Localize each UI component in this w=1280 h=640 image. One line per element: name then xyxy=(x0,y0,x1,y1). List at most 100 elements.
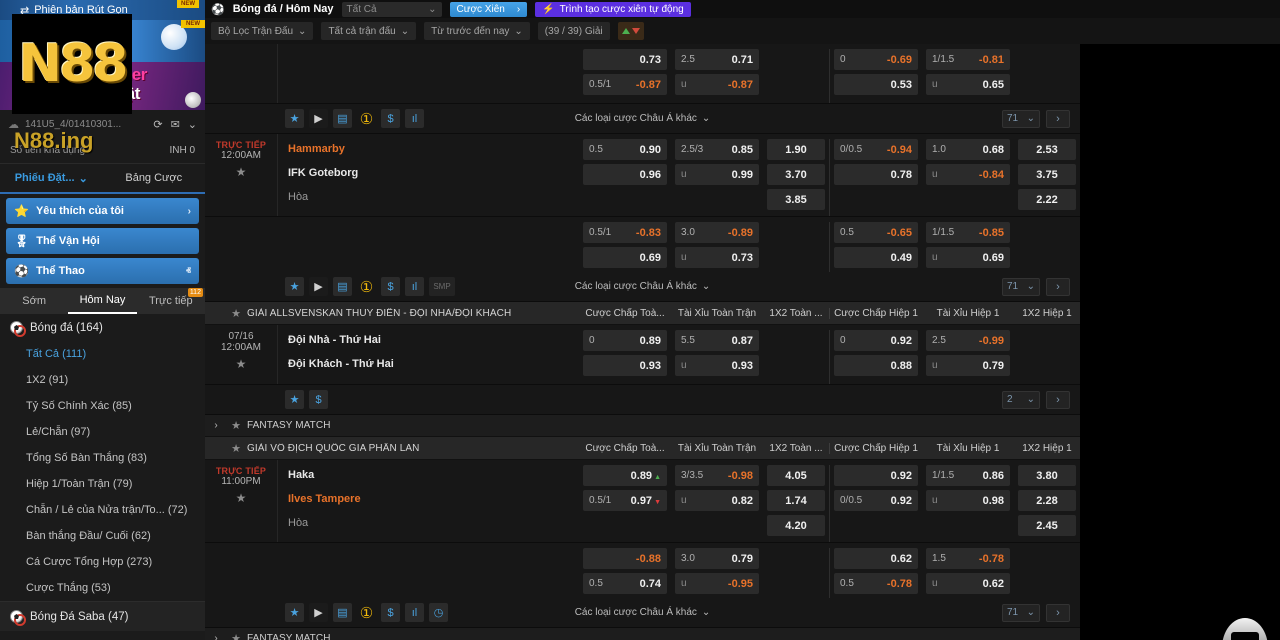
odds-cell[interactable]: 0.73 xyxy=(583,49,667,70)
odds-cell[interactable]: 2.45 xyxy=(1018,515,1076,536)
floating-widget[interactable] xyxy=(1222,618,1268,640)
tab-betslip[interactable]: Phiếu Đặt... ⌄ xyxy=(0,172,103,185)
stats-icon[interactable]: ▤ xyxy=(333,277,352,296)
menu-item-1x2[interactable]: 1X2 (91) xyxy=(0,367,205,393)
league-header-finland[interactable]: ⱟ ★ GIẢI VÔ ĐỊCH QUỐC GIA PHẦN LAN Cược … xyxy=(205,437,1080,460)
odds-cell[interactable]: 0.53 xyxy=(834,74,918,95)
odds-cell[interactable]: 0.5 -0.78 xyxy=(834,573,918,594)
menu-item-mix-parlay[interactable]: Cá Cược Tổng Hợp (273) xyxy=(0,549,205,575)
odds-cell[interactable]: 2.53 xyxy=(1018,139,1076,160)
odds-cell[interactable]: u -0.95 xyxy=(675,573,759,594)
home-team-name[interactable]: Đội Nhà - Thứ Hai xyxy=(288,332,579,356)
odds-cell[interactable]: 0.5 0.74 xyxy=(583,573,667,594)
sidebar-item-sports[interactable]: ⚽ Thể Thao ⱏ xyxy=(6,258,199,284)
odds-cell[interactable]: 4.05 xyxy=(767,465,825,486)
odds-cell[interactable]: 3.80 xyxy=(1018,465,1076,486)
odds-cell[interactable]: 0.69 xyxy=(583,247,667,268)
chevron-down-icon[interactable]: ⱟ xyxy=(205,443,227,454)
menu-item-correct-score[interactable]: Tỷ Số Chính Xác (85) xyxy=(0,393,205,419)
odds-cell[interactable]: u 0.79 xyxy=(926,355,1010,376)
odds-cell[interactable]: -0.88 xyxy=(583,548,667,569)
dollar-icon[interactable]: $ xyxy=(309,390,328,409)
star-icon[interactable]: ★ xyxy=(227,442,245,455)
chart-icon[interactable]: ıl xyxy=(405,277,424,296)
odds-cell[interactable]: 3.85 xyxy=(767,189,825,210)
odds-cell[interactable]: 0/0.5 0.92 xyxy=(834,490,918,511)
sort-arrows-icon[interactable] xyxy=(618,22,644,40)
odds-cell[interactable]: 1/1.5 -0.81 xyxy=(926,49,1010,70)
stats-icon[interactable]: ▤ xyxy=(333,109,352,128)
odds-cell[interactable]: u 0.73 xyxy=(675,247,759,268)
odds-cell[interactable]: 0.5/1 -0.83 xyxy=(583,222,667,243)
odds-cell[interactable]: u -0.87 xyxy=(675,74,759,95)
next-page-button[interactable]: › xyxy=(1046,110,1070,128)
menu-item-first-last-goal[interactable]: Bàn thắng Đầu/ Cuối (62) xyxy=(0,523,205,549)
n88-logo[interactable]: N88 xyxy=(12,14,132,114)
away-team-name[interactable]: Đội Khách - Thứ Hai xyxy=(288,356,579,380)
odds-cell[interactable]: 0.93 xyxy=(583,355,667,376)
odds-cell[interactable]: 0.92 xyxy=(834,465,918,486)
refresh-icon[interactable]: ⟳ xyxy=(153,118,162,131)
sidebar-item-favorites[interactable]: ⭐ Yêu thích của tôi › xyxy=(6,198,199,224)
odds-cell[interactable]: 3.70 xyxy=(767,164,825,185)
subtab-early[interactable]: Sớm xyxy=(0,288,68,314)
menu-item-all[interactable]: Tất Cả (111) xyxy=(0,341,205,367)
chevron-down-icon[interactable]: ⱟ xyxy=(205,308,227,319)
odds-cell[interactable]: 0.62 xyxy=(834,548,918,569)
mail-icon[interactable]: ✉ xyxy=(171,118,180,131)
league-header-fantasy-2[interactable]: › ★ FANTASY MATCH xyxy=(205,628,1080,640)
next-page-button[interactable]: › xyxy=(1046,391,1070,409)
stats-icon[interactable]: ▤ xyxy=(333,603,352,622)
star-icon[interactable]: ★ xyxy=(227,307,245,320)
away-team-name[interactable]: IFK Goteborg xyxy=(288,165,579,189)
next-page-button[interactable]: › xyxy=(1046,278,1070,296)
subtab-today[interactable]: Hôm Nay xyxy=(68,288,136,314)
sidebar-item-olympics[interactable]: 🎖 Thể Vận Hội ⱟ xyxy=(6,228,199,254)
away-team-name[interactable]: Ilves Tampere xyxy=(288,491,579,515)
dollar-icon[interactable]: $ xyxy=(381,277,400,296)
star-icon[interactable]: ★ xyxy=(285,109,304,128)
odds-cell[interactable]: u 0.93 xyxy=(675,355,759,376)
odds-cell[interactable]: 2.5/3 0.85 xyxy=(675,139,759,160)
odds-cell[interactable]: u 0.62 xyxy=(926,573,1010,594)
coin-icon[interactable]: ① xyxy=(357,109,376,128)
odds-cell[interactable]: 0.96 xyxy=(583,164,667,185)
odds-cell[interactable]: 0.88 xyxy=(834,355,918,376)
odds-cell[interactable]: 3.0 -0.89 xyxy=(675,222,759,243)
odds-cell[interactable]: 1.74 xyxy=(767,490,825,511)
league-count-button[interactable]: (39 / 39) Giải xyxy=(538,22,610,40)
chart-icon[interactable]: ıl xyxy=(405,109,424,128)
page-size-select[interactable]: 71 ⌄ xyxy=(1002,604,1040,622)
odds-cell[interactable]: 1.5 -0.78 xyxy=(926,548,1010,569)
odds-cell[interactable]: 1.0 0.68 xyxy=(926,139,1010,160)
filter-match-button[interactable]: Bộ Lọc Trận Đấu ⌄ xyxy=(211,22,313,40)
odds-cell[interactable]: u 0.98 xyxy=(926,490,1010,511)
odds-cell[interactable]: 4.20 xyxy=(767,515,825,536)
odds-cell[interactable]: 2.22 xyxy=(1018,189,1076,210)
menu-item-half-odd-even[interactable]: Chẵn / Lẻ của Nửa trận/To... (72) xyxy=(0,497,205,523)
odds-cell[interactable]: u -0.84 xyxy=(926,164,1010,185)
star-icon[interactable]: ★ xyxy=(227,632,245,640)
league-header-allsvenskan[interactable]: ⱟ ★ GIẢI ALLSVENSKAN THUY ĐIỂN - ĐỘI NHÀ… xyxy=(205,302,1080,325)
odds-cell[interactable]: u 0.99 xyxy=(675,164,759,185)
odds-cell[interactable]: 3.0 0.79 xyxy=(675,548,759,569)
dollar-icon[interactable]: $ xyxy=(381,603,400,622)
coin-icon[interactable]: ① xyxy=(357,277,376,296)
chevron-right-icon[interactable]: › xyxy=(205,633,227,640)
play-icon[interactable]: ▶ xyxy=(309,603,328,622)
clock-icon[interactable]: ◷ xyxy=(429,603,448,622)
odds-cell[interactable]: 3/3.5 -0.98 xyxy=(675,465,759,486)
odds-cell[interactable]: 0.49 xyxy=(834,247,918,268)
odds-cell[interactable]: 2.5 0.71 xyxy=(675,49,759,70)
play-icon[interactable]: ▶ xyxy=(309,277,328,296)
odds-cell[interactable]: u 0.69 xyxy=(926,247,1010,268)
filter-time-range-button[interactable]: Từ trước đến nay ⌄ xyxy=(424,22,530,40)
odds-cell[interactable]: 0/0.5 -0.94 xyxy=(834,139,918,160)
menu-item-half-full[interactable]: Hiệp 1/Toàn Trận (79) xyxy=(0,471,205,497)
tab-betlist[interactable]: Bảng Cược xyxy=(103,172,206,184)
league-header-fantasy-1[interactable]: › ★ FANTASY MATCH xyxy=(205,415,1080,437)
auto-parlay-button[interactable]: ⚡ Trình tạo cược xiên tự động xyxy=(535,2,691,17)
menu-item-outright[interactable]: Cược Thắng (53) xyxy=(0,575,205,601)
home-team-name[interactable]: Haka xyxy=(288,467,579,491)
favorite-star-icon[interactable]: ★ xyxy=(205,165,277,179)
